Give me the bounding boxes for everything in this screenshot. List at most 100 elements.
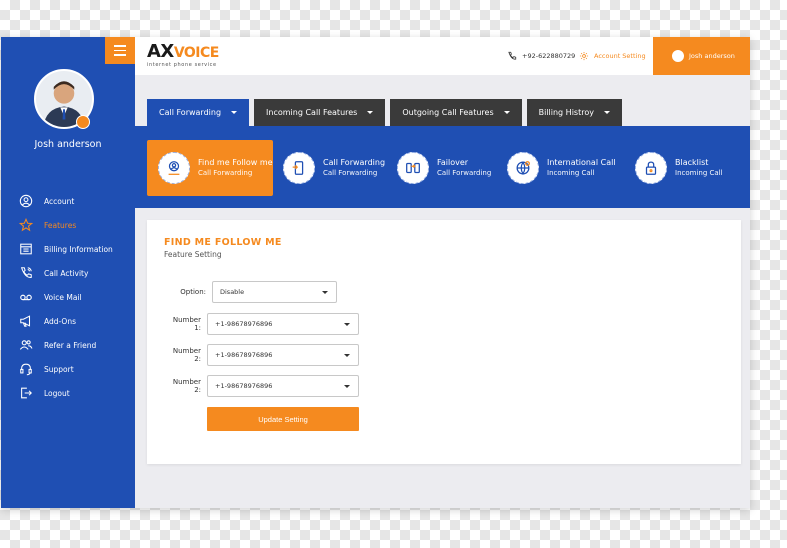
user-icon	[18, 193, 34, 209]
receipt-icon	[18, 241, 34, 257]
feature-subtitle: Call Forwarding	[437, 169, 492, 177]
chevron-down-icon	[344, 322, 350, 326]
tab-outgoing-call-features[interactable]: Outgoing Call Features	[390, 99, 522, 126]
number-2-row: Number 2: +1-98678976896	[165, 344, 359, 366]
sidebar-item-refer[interactable]: Refer a Friend	[1, 333, 135, 357]
menu-toggle-button[interactable]	[105, 37, 135, 64]
voicemail-icon	[18, 289, 34, 305]
sidebar-item-label: Call Activity	[44, 268, 89, 278]
phone-icon	[18, 265, 34, 281]
number-2-label: Number 2:	[172, 347, 201, 363]
option-row: Option: Disable	[171, 281, 337, 303]
feature-subtitle: Incoming Call	[547, 169, 595, 177]
user-avatar-icon	[672, 50, 684, 62]
profile-name: Josh anderson	[34, 139, 102, 150]
number-1-row: Number 1: +1-98678976896	[165, 313, 359, 335]
logout-icon	[18, 385, 34, 401]
tab-call-forwarding[interactable]: Call Forwarding	[147, 99, 250, 126]
number-3-select[interactable]: +1-98678976896	[207, 375, 359, 397]
user-menu-button[interactable]: Josh anderson	[653, 37, 750, 75]
account-setting-label: Account Setting	[594, 52, 646, 60]
lock-icon	[635, 152, 667, 184]
feature-settings-card: FIND ME FOLLOW ME Feature Setting Option…	[147, 220, 741, 464]
sidebar-item-label: Refer a Friend	[44, 340, 97, 350]
tab-label: Call Forwarding	[159, 108, 222, 117]
feature-subtitle: Call Forwarding	[198, 169, 253, 177]
chevron-down-icon	[344, 353, 350, 357]
number-3-label: Number 2:	[172, 378, 201, 394]
phone-icon	[508, 51, 517, 60]
option-value: Disable	[220, 288, 245, 296]
chevron-down-icon	[503, 111, 510, 114]
number-1-value: +1-98678976896	[215, 320, 273, 328]
option-label: Option:	[180, 288, 206, 296]
phone-number: +92-622880729	[522, 52, 576, 60]
feature-blacklist[interactable]: Blacklist Incoming Call	[635, 140, 735, 196]
chevron-down-icon	[367, 111, 374, 114]
number-3-value: +1-98678976896	[215, 382, 273, 390]
feature-title: Call Forwarding	[323, 158, 386, 167]
support-phone: +92-622880729	[507, 51, 575, 61]
logo-tagline: internet phone service	[147, 62, 217, 68]
sidebar-item-voice-mail[interactable]: Voice Mail	[1, 285, 135, 309]
number-1-select[interactable]: +1-98678976896	[207, 313, 359, 335]
headset-icon	[18, 361, 34, 377]
feature-title: Find me Follow me	[198, 158, 273, 167]
sidebar-item-call-activity[interactable]: Call Activity	[1, 261, 135, 285]
number-1-label: Number 1:	[172, 316, 201, 332]
update-setting-button[interactable]: Update Setting	[207, 407, 359, 431]
sidebar-item-label: Features	[44, 220, 77, 230]
card-title: FIND ME FOLLOW ME	[164, 237, 282, 248]
top-header: AXVOICE internet phone service +92-62288…	[135, 37, 750, 75]
feature-title: Failover	[437, 158, 469, 167]
chevron-down-icon	[322, 290, 328, 294]
number-2-value: +1-98678976896	[215, 351, 273, 359]
tab-billing-history[interactable]: Billing Histroy	[526, 99, 622, 126]
feature-subtitle: Call Forwarding	[323, 169, 378, 177]
account-setting-link[interactable]: Account Setting	[579, 51, 646, 61]
gear-icon	[579, 51, 589, 61]
sidebar-item-features[interactable]: Features	[1, 213, 135, 237]
feature-international-call[interactable]: International Call Incoming Call	[507, 140, 627, 196]
sidebar-item-label: Support	[44, 364, 74, 374]
user-name: Josh anderson	[689, 52, 735, 60]
sidebar-item-label: Billing Information	[44, 244, 113, 254]
mobile-forward-icon	[283, 152, 315, 184]
chevron-down-icon	[344, 384, 350, 388]
card-subtitle: Feature Setting	[164, 250, 222, 259]
hamburger-icon	[114, 45, 126, 47]
sidebar-item-logout[interactable]: Logout	[1, 381, 135, 405]
sidebar-item-billing[interactable]: Billing Information	[1, 237, 135, 261]
feature-find-me-follow-me[interactable]: Find me Follow me Call Forwarding	[147, 140, 273, 196]
sidebar-item-label: Account	[44, 196, 75, 206]
failover-icon	[397, 152, 429, 184]
feature-title: Blacklist	[675, 158, 709, 167]
sidebar-item-label: Voice Mail	[44, 292, 82, 302]
logo-ax: AX	[147, 41, 174, 62]
option-select[interactable]: Disable	[212, 281, 337, 303]
sidebar-item-add-ons[interactable]: Add-Ons	[1, 309, 135, 333]
logo-voice: VOICE	[173, 45, 220, 61]
sidebar: Josh anderson Account Features Billing I…	[1, 37, 135, 508]
megaphone-icon	[18, 313, 34, 329]
users-icon	[18, 337, 34, 353]
globe-icon	[507, 152, 539, 184]
person-search-icon	[158, 152, 190, 184]
app-window: Josh anderson Account Features Billing I…	[1, 37, 750, 508]
feature-call-forwarding[interactable]: Call Forwarding Call Forwarding	[283, 140, 393, 196]
tab-incoming-call-features[interactable]: Incoming Call Features	[254, 99, 386, 126]
edit-avatar-icon[interactable]	[76, 115, 90, 129]
number-3-row: Number 2: +1-98678976896	[165, 375, 359, 397]
feature-title: International Call	[547, 158, 616, 167]
sidebar-item-label: Add-Ons	[44, 316, 76, 326]
star-icon	[18, 217, 34, 233]
sidebar-item-account[interactable]: Account	[1, 189, 135, 213]
sidebar-item-support[interactable]: Support	[1, 357, 135, 381]
chevron-down-icon	[231, 111, 238, 114]
feature-failover[interactable]: Failover Call Forwarding	[397, 140, 501, 196]
number-2-select[interactable]: +1-98678976896	[207, 344, 359, 366]
sidebar-item-label: Logout	[44, 388, 70, 398]
axvoice-logo[interactable]: AXVOICE internet phone service	[147, 41, 220, 69]
tab-label: Billing Histroy	[538, 108, 594, 117]
sidebar-nav: Account Features Billing Information Cal…	[1, 189, 135, 405]
